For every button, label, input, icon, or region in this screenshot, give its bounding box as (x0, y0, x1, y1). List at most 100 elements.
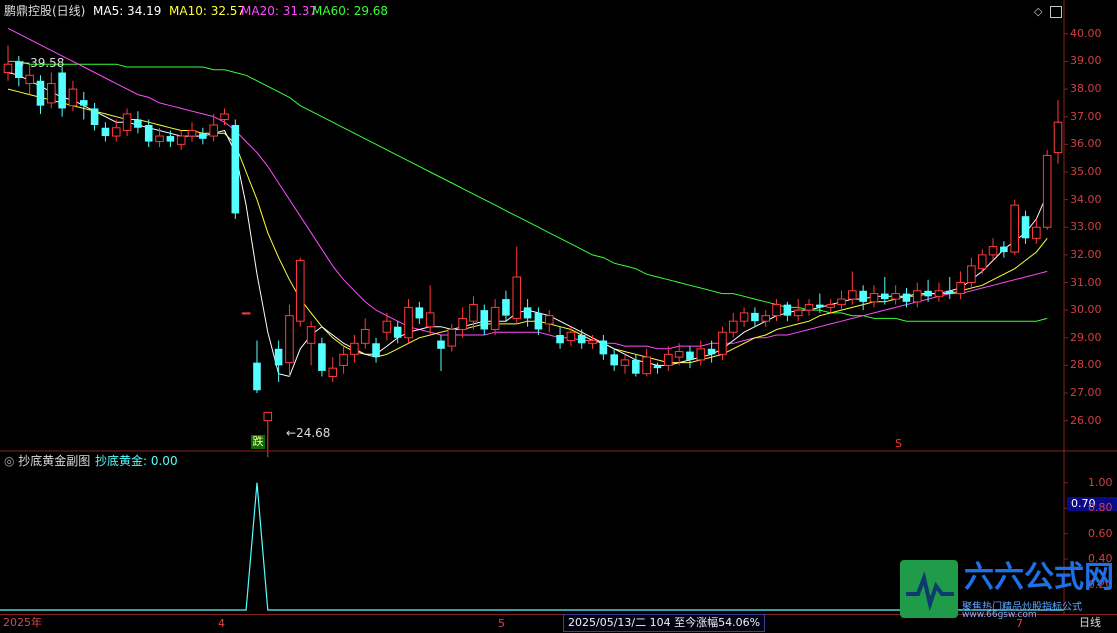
sub-series-legend: 抄底黄金: 0.00 (95, 454, 178, 468)
drop-signal-badge: 跌 (251, 435, 265, 449)
candle (577, 329, 586, 349)
candle (642, 348, 651, 377)
maximize-icon[interactable] (1050, 6, 1062, 18)
candle (253, 340, 261, 394)
candle (632, 354, 640, 377)
candle (220, 108, 229, 125)
candle (739, 307, 749, 327)
low-price-label: ←24.68 (286, 426, 331, 440)
candle-body (912, 290, 922, 303)
chart-canvas[interactable] (0, 0, 1117, 632)
date-april: 4 (218, 617, 225, 630)
candle (295, 257, 305, 327)
ma5-legend: MA5: 34.19 (93, 4, 162, 18)
candle (285, 304, 294, 377)
candle (956, 271, 965, 300)
circle-icon[interactable]: ◎ (4, 454, 18, 468)
candle (187, 122, 197, 142)
candle (90, 102, 99, 131)
price-tick-label: 38.00 (1070, 82, 1102, 96)
candle-body (187, 130, 197, 137)
logo-url: www.66gsw.com (962, 610, 1037, 620)
candle-body (728, 320, 738, 333)
candle-body (1021, 216, 1030, 239)
candle (502, 290, 510, 322)
candle (934, 282, 944, 302)
candle-body (739, 312, 749, 322)
candle-body (1053, 121, 1063, 154)
candle-body (881, 293, 889, 300)
candle-body (783, 304, 792, 316)
candle (306, 321, 316, 366)
candle-body (263, 411, 273, 422)
candle-body (718, 331, 727, 355)
candle-body (155, 135, 164, 143)
candle (1021, 210, 1030, 244)
candle-body (859, 290, 867, 302)
candle-body (350, 342, 359, 355)
candle-body (404, 306, 413, 339)
candle (36, 75, 45, 114)
candle-body (772, 304, 781, 317)
ma60-line (8, 60, 1048, 322)
candle-body (816, 304, 824, 308)
candle-body (360, 328, 370, 344)
candle-body (977, 254, 987, 270)
candle-body (707, 348, 716, 355)
candle-body (1042, 154, 1052, 228)
candle-body (512, 276, 522, 319)
candle-body (134, 119, 142, 128)
candle-body (751, 312, 759, 322)
candle (274, 340, 283, 382)
candle-body (967, 265, 976, 283)
candle-body (144, 125, 153, 142)
candle (111, 119, 121, 142)
candle (912, 282, 922, 308)
candle-body (566, 331, 576, 342)
candle (804, 299, 814, 316)
price-tick-label: 39.00 (1070, 54, 1102, 68)
sub-tick-label: 0.80 (1088, 501, 1113, 515)
candle-body (696, 348, 706, 361)
candle-body (295, 259, 305, 322)
candle (696, 340, 706, 366)
candle-body (328, 367, 338, 377)
ma10-legend: MA10: 32.57 (169, 4, 246, 18)
candle (480, 304, 489, 335)
candle (881, 276, 889, 305)
candles-group[interactable] (3, 45, 1063, 458)
candle (783, 301, 792, 322)
candle-body (674, 351, 684, 358)
candle (544, 310, 554, 333)
candle (447, 323, 457, 352)
candle-body (1032, 226, 1041, 239)
candle (891, 285, 900, 305)
candle (793, 299, 803, 322)
candle-body (761, 315, 771, 322)
candle-body (686, 351, 694, 360)
candle-body (653, 365, 662, 369)
candle-body (534, 312, 543, 330)
candle-body (610, 354, 618, 366)
candle-body (924, 290, 932, 297)
candle (523, 299, 532, 327)
candle (241, 312, 251, 315)
candle (859, 285, 867, 311)
diamond-icon[interactable]: ◇ (1034, 5, 1042, 18)
candle-body (393, 326, 402, 338)
candle-body (848, 290, 857, 300)
candle-body (241, 312, 251, 315)
candle (144, 119, 153, 148)
candle (772, 299, 781, 322)
price-tick-label: 28.00 (1070, 358, 1102, 372)
sell-signal-mark: S (895, 437, 902, 450)
candle (977, 249, 987, 275)
candle-body (469, 304, 478, 322)
candle (199, 127, 207, 145)
candle (3, 45, 13, 81)
candle (556, 326, 564, 349)
candle (566, 326, 576, 347)
candle (1053, 100, 1063, 164)
candle-body (632, 359, 640, 374)
candle (122, 108, 132, 137)
